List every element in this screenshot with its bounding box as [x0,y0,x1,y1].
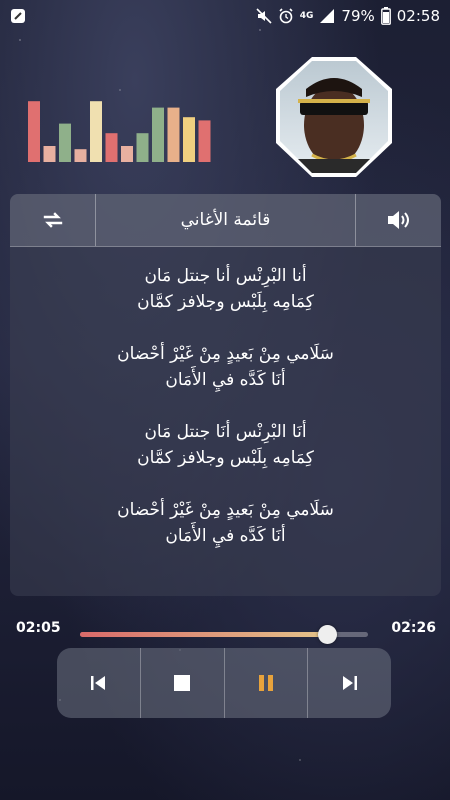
seek-bar[interactable] [80,625,368,644]
previous-button[interactable] [57,648,141,718]
playback-controls [57,648,391,718]
artist-avatar [276,57,392,177]
status-bar: 4G 79% 02:58 [0,0,450,32]
next-button[interactable] [308,648,391,718]
equalizer-bar [121,146,133,162]
equalizer-bar [152,107,164,162]
equalizer-bar [43,146,56,162]
lyrics-stanza: أنَا البْرِنْس أنَا جنتل مَان كِمَامِه ب… [10,419,441,471]
next-icon [342,676,357,690]
progress-bar-area: 02:05 02:26 [0,608,450,648]
lyrics-line: كِمَامِه بِلَبْس وجلافز كمَّان [137,448,314,468]
panel-header: قائمة الأغاني [10,194,441,247]
equalizer-bar [198,120,211,162]
pause-button[interactable] [225,648,309,718]
stop-icon [174,675,191,691]
equalizer-bar [105,133,118,162]
lyrics-line: أنَا البْرِنْس أنَا جنتل مَان [144,422,307,442]
lyrics-line: أنا البْرِنْس أنا جنتل مَان [144,266,307,286]
lyrics-text: أنا البْرِنْس أنا جنتل مَان كِمَامِه بِل… [10,247,441,549]
clock: 02:58 [396,7,440,25]
equalizer-visualizer [28,101,211,162]
previous-icon [91,676,106,690]
volume-button[interactable] [356,194,441,246]
lyrics-line: أنَا كَدَّه فيِ الأَمَان [165,526,286,546]
lyrics-line: أنَا كَدَّه فيِ الأَمَان [165,370,286,390]
pause-icon [258,675,273,691]
lyrics-stanza: سَلَامي مِنْ بَعيدٍ مِنْ غَيْرْ أحْضان أ… [10,497,441,549]
network-type: 4G [299,11,314,21]
alarm-icon [279,8,293,24]
stop-button[interactable] [141,648,225,718]
equalizer-bar [167,107,180,162]
repeat-button[interactable] [10,194,95,246]
battery-icon [380,7,391,25]
equalizer-bar [183,117,195,162]
app-notification-icon [11,9,25,23]
lyrics-line: سَلَامي مِنْ بَعيدٍ مِنْ غَيْرْ أحْضان [117,500,334,520]
lyrics-stanza: سَلَامي مِنْ بَعيدٍ مِنْ غَيْرْ أحْضان أ… [10,341,441,393]
seek-bar-fill [80,632,327,637]
battery-percent: 79% [341,7,375,25]
mute-icon [256,8,272,24]
equalizer-bar [28,101,40,162]
lyrics-line: كِمَامِه بِلَبْس وجلافز كمَّان [137,292,314,312]
lyrics-stanza: أنا البْرِنْس أنا جنتل مَان كِمَامِه بِل… [10,263,441,315]
equalizer-bar [90,101,102,162]
equalizer-bar [74,149,87,162]
signal-icon [320,9,335,23]
seek-bar-thumb[interactable] [317,625,337,644]
playlist-title[interactable]: قائمة الأغاني [95,194,356,246]
lyrics-line: سَلَامي مِنْ بَعيدٍ مِنْ غَيْرْ أحْضان [117,344,334,364]
equalizer-bar [136,133,149,162]
lyrics-panel: قائمة الأغاني أنا البْرِنْس أنا جنتل مَا… [10,194,441,596]
volume-icon [387,211,409,229]
total-time: 02:26 [391,620,436,636]
equalizer-bar [59,123,71,162]
repeat-icon [43,212,62,228]
current-time: 02:05 [16,620,61,636]
